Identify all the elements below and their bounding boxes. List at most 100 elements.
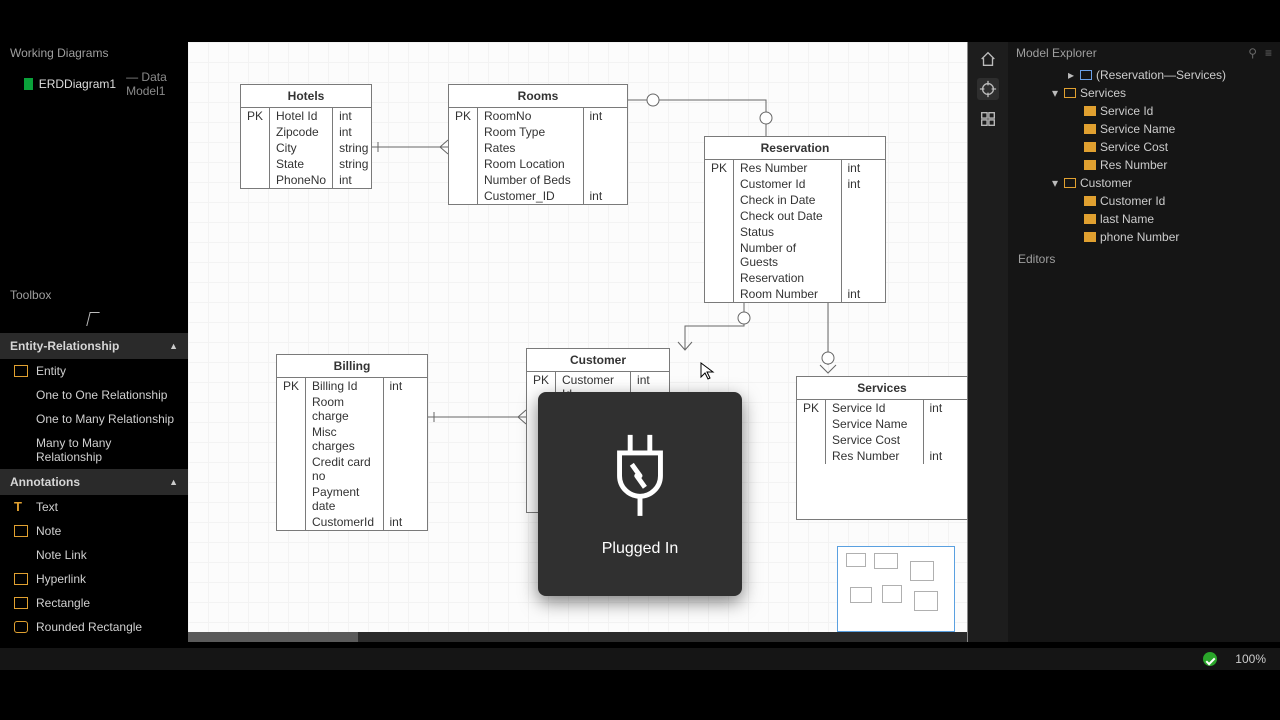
pk-cell [797, 448, 826, 464]
group-entity-relationship[interactable]: Entity-Relationship ▲ [0, 333, 188, 359]
entity-row[interactable]: CustomerIdint [277, 514, 427, 530]
entity-row[interactable]: PKService Idint [797, 400, 967, 416]
column-icon [1084, 142, 1096, 152]
filter-icon[interactable]: ⚲ [1248, 46, 1257, 60]
entity-billing[interactable]: Billing PKBilling IdintRoom chargeMisc c… [276, 354, 428, 531]
scrollbar-thumb[interactable] [188, 632, 358, 642]
tool-many-to-many[interactable]: Many to Many Relationship [0, 431, 188, 469]
entity-row[interactable]: PhoneNoint [241, 172, 374, 188]
toast-label: Plugged In [602, 540, 679, 558]
entity-row[interactable]: Customer Idint [705, 176, 885, 192]
column-name: Status [734, 224, 841, 240]
tree-row-column[interactable]: Service Id [1008, 102, 1280, 120]
column-name: Room Location [478, 156, 583, 172]
entity-row[interactable]: Res Numberint [797, 448, 967, 464]
tree-row-column[interactable]: last Name [1008, 210, 1280, 228]
entity-services[interactable]: Services PKService IdintService NameServ… [796, 376, 968, 520]
tool-one-to-many[interactable]: One to Many Relationship [0, 407, 188, 431]
pk-cell: PK [241, 108, 270, 124]
tree-row-column[interactable]: phone Number [1008, 228, 1280, 246]
entity-row[interactable]: Misc charges [277, 424, 427, 454]
tree-row-column[interactable]: Service Cost [1008, 138, 1280, 156]
column-type [583, 140, 627, 156]
pk-cell [277, 424, 306, 454]
entity-row[interactable]: Zipcodeint [241, 124, 374, 140]
entity-row[interactable]: Service Name [797, 416, 967, 432]
entity-row[interactable]: Status [705, 224, 885, 240]
column-type: int [841, 160, 885, 176]
entity-row[interactable]: Room charge [277, 394, 427, 424]
relationship-icon [1080, 70, 1092, 80]
minimap[interactable] [837, 546, 955, 632]
tool-entity[interactable]: Entity [0, 359, 188, 383]
entity-row[interactable]: Rates [449, 140, 627, 156]
entity-row[interactable]: Citystring [241, 140, 374, 156]
entity-row[interactable]: PKRes Numberint [705, 160, 885, 176]
column-name: Zipcode [270, 124, 333, 140]
entity-row[interactable]: Number of Guests [705, 240, 885, 270]
pk-cell [449, 188, 478, 204]
diagram-canvas[interactable]: Hotels PKHotel IdintZipcodeintCitystring… [188, 42, 968, 642]
entity-rooms[interactable]: Rooms PKRoomNointRoom TypeRatesRoom Loca… [448, 84, 628, 205]
entity-row[interactable]: Check in Date [705, 192, 885, 208]
entity-row[interactable]: Service Cost [797, 432, 967, 448]
entity-hotels[interactable]: Hotels PKHotel IdintZipcodeintCitystring… [240, 84, 372, 189]
entity-row[interactable]: Payment date [277, 484, 427, 514]
entity-row[interactable]: Room Location [449, 156, 627, 172]
column-name: Room Number [734, 286, 841, 302]
tool-rounded-rectangle[interactable]: Rounded Rectangle [0, 615, 188, 639]
tool-rectangle[interactable]: Rectangle [0, 591, 188, 615]
column-type: int [383, 378, 427, 394]
pk-cell [449, 172, 478, 188]
tree-row-column[interactable]: Customer Id [1008, 192, 1280, 210]
tool-note-link[interactable]: Note Link [0, 543, 188, 567]
group-er-label: Entity-Relationship [10, 339, 119, 353]
column-type [841, 192, 885, 208]
pointer-tool[interactable] [0, 308, 188, 333]
pk-cell [705, 208, 734, 224]
collapse-icon: ▲ [169, 341, 178, 351]
entity-row[interactable]: Customer_IDint [449, 188, 627, 204]
entity-row[interactable]: Number of Beds [449, 172, 627, 188]
entity-row[interactable]: Check out Date [705, 208, 885, 224]
tree-row-customer[interactable]: ▾Customer [1008, 174, 1280, 192]
entity-row[interactable]: PKHotel Idint [241, 108, 374, 124]
menu-icon[interactable]: ≡ [1265, 46, 1272, 60]
entity-row[interactable]: Room Numberint [705, 286, 885, 302]
column-type: int [333, 108, 375, 124]
canvas-horizontal-scrollbar[interactable] [188, 632, 967, 642]
tree-row-relationship[interactable]: ▸(Reservation—Services) [1008, 66, 1280, 84]
pk-cell [705, 176, 734, 192]
tool-note[interactable]: Note [0, 519, 188, 543]
column-name: Res Number [734, 160, 841, 176]
tool-one-to-one[interactable]: One to One Relationship [0, 383, 188, 407]
entity-row[interactable]: Statestring [241, 156, 374, 172]
tool-hyperlink[interactable]: Hyperlink [0, 567, 188, 591]
column-type: string [333, 156, 375, 172]
crosshair-icon[interactable] [977, 78, 999, 100]
plug-icon [595, 430, 685, 520]
grid-icon[interactable] [977, 108, 999, 130]
entity-row[interactable]: Reservation [705, 270, 885, 286]
tool-text[interactable]: TText [0, 495, 188, 519]
pk-cell [241, 156, 270, 172]
tree-row-services[interactable]: ▾Services [1008, 84, 1280, 102]
entity-row[interactable]: PKRoomNoint [449, 108, 627, 124]
entity-title: Hotels [241, 85, 371, 108]
column-icon [1084, 196, 1096, 206]
home-icon[interactable] [977, 48, 999, 70]
diagram-item-erddiagram1[interactable]: ERDDiagram1 — Data Model1 [0, 66, 188, 102]
entity-row[interactable]: Room Type [449, 124, 627, 140]
entity-row[interactable]: Credit card no [277, 454, 427, 484]
entity-title: Billing [277, 355, 427, 378]
tree-row-column[interactable]: Service Name [1008, 120, 1280, 138]
pk-cell [797, 416, 826, 432]
column-name: Rates [478, 140, 583, 156]
zoom-level[interactable]: 100% [1235, 652, 1266, 666]
entity-reservation[interactable]: Reservation PKRes NumberintCustomer Idin… [704, 136, 886, 303]
entity-row[interactable]: PKBilling Idint [277, 378, 427, 394]
column-icon [1084, 106, 1096, 116]
tree-row-column[interactable]: Res Number [1008, 156, 1280, 174]
model-explorer-header: Model Explorer ⚲≡ [1008, 42, 1280, 64]
group-annotations[interactable]: Annotations▲ [0, 469, 188, 495]
